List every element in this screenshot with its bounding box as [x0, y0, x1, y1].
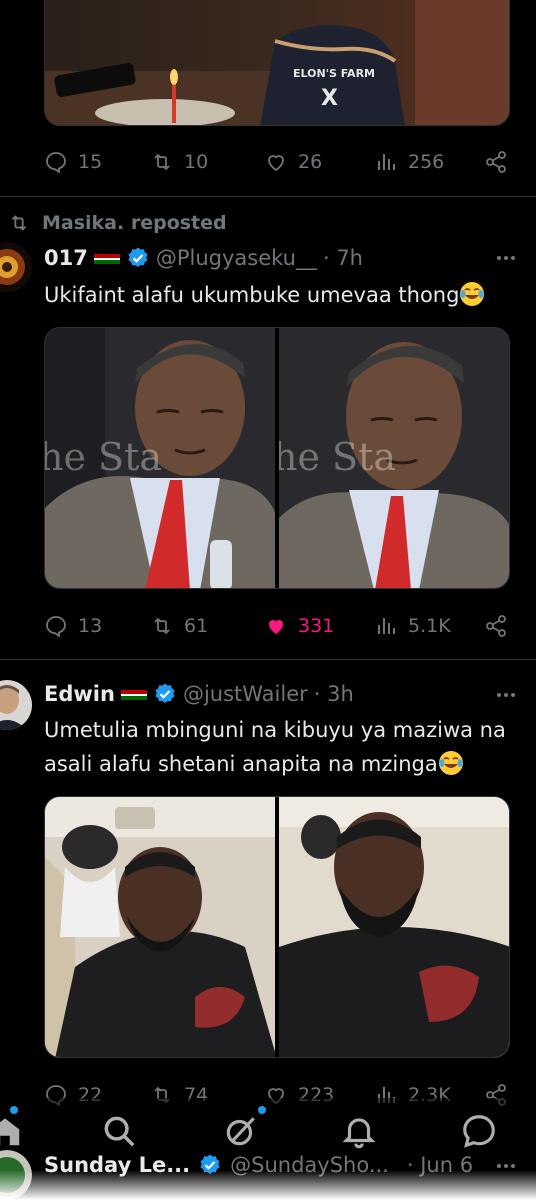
- avatar[interactable]: [0, 242, 32, 292]
- post0-media[interactable]: ELON'S FARM X: [44, 0, 510, 126]
- views-button[interactable]: 256: [374, 147, 444, 177]
- repost-count: 61: [184, 615, 209, 637]
- like-button[interactable]: 331: [264, 611, 334, 641]
- repost-count: 10: [184, 151, 209, 173]
- grok-icon[interactable]: [222, 1112, 260, 1150]
- avatar[interactable]: [0, 680, 32, 730]
- share-button[interactable]: [484, 147, 508, 177]
- face-with-tears-of-joy-icon: [438, 751, 463, 775]
- post1-photo-left: he Sta: [45, 328, 276, 588]
- more-icon[interactable]: [494, 683, 518, 707]
- avatar-image: [0, 242, 32, 292]
- bottom-gesture-area: [0, 1170, 536, 1200]
- like-count: 26: [298, 151, 323, 173]
- like-icon: [268, 155, 284, 172]
- post1-media-left[interactable]: he Sta: [45, 328, 276, 588]
- post0-shirt-text-2: X: [321, 86, 338, 111]
- views-count: 256: [408, 151, 445, 173]
- watermark-right: he Sta: [279, 435, 396, 479]
- post-separator: [0, 196, 536, 197]
- post2-photo-left: [45, 797, 276, 1057]
- author-name[interactable]: 017: [44, 246, 88, 270]
- views-icon: [378, 618, 395, 634]
- reply-button[interactable]: 13: [44, 611, 102, 641]
- reply-icon: [46, 616, 66, 638]
- post1-media[interactable]: he Sta he Sta: [44, 327, 510, 589]
- repost-icon: [11, 215, 27, 231]
- author-handle[interactable]: @justWailer: [183, 682, 308, 706]
- reply-count: 13: [78, 615, 103, 637]
- post2-photo-right: [278, 797, 509, 1057]
- author-handle[interactable]: @Plugyaseku__: [156, 246, 317, 270]
- post-time[interactable]: · 7h: [323, 246, 363, 270]
- post1-photo-right: he Sta: [278, 328, 509, 588]
- messages-icon[interactable]: [460, 1112, 498, 1150]
- post1-header: 017 @Plugyaseku__ · 7h: [44, 242, 363, 274]
- post-text: Umetulia mbinguni na kibuyu ya maziwa na…: [44, 718, 506, 776]
- kenya-flag-icon: [120, 686, 147, 702]
- post0-shirt-text-1: ELON'S FARM: [293, 67, 375, 80]
- repost-label: Masika. reposted: [42, 212, 227, 234]
- like-button[interactable]: 26: [264, 147, 322, 177]
- grok-notification-dot: [258, 1106, 266, 1114]
- post-separator: [0, 659, 536, 660]
- kenya-flag-icon: [93, 250, 120, 266]
- like-icon-filled: [269, 620, 283, 634]
- face-with-tears-of-joy-icon: [460, 282, 485, 306]
- views-button[interactable]: 5.1K: [374, 611, 451, 641]
- more-icon[interactable]: [494, 246, 518, 270]
- post0-media-image: ELON'S FARM X: [45, 0, 509, 125]
- search-icon[interactable]: [100, 1112, 138, 1150]
- repost-button[interactable]: 61: [150, 611, 208, 641]
- reply-icon: [46, 152, 66, 174]
- notifications-icon[interactable]: [340, 1112, 378, 1150]
- post2-media-right[interactable]: [278, 797, 509, 1057]
- reply-count: 15: [78, 151, 103, 173]
- repost-indicator[interactable]: Masika. reposted: [8, 208, 227, 238]
- post1-actions: 13 61 331 5.1K: [44, 611, 514, 641]
- avatar-image: [0, 680, 32, 730]
- verified-icon: [155, 683, 175, 703]
- share-icon: [486, 151, 506, 173]
- home-icon[interactable]: [0, 1112, 24, 1150]
- post1-media-right[interactable]: he Sta: [278, 328, 509, 588]
- repost-icon: [154, 617, 170, 635]
- views-count: 5.1K: [408, 615, 451, 637]
- post2-text: Umetulia mbinguni na kibuyu ya maziwa na…: [44, 713, 506, 781]
- author-name[interactable]: Edwin: [44, 682, 115, 706]
- post-text: Ukifaint alafu ukumbuke umevaa thong: [44, 283, 460, 307]
- repost-icon: [154, 153, 170, 171]
- post-time[interactable]: · 3h: [314, 682, 354, 706]
- share-icon: [486, 615, 506, 637]
- watermark-left: he Sta: [45, 435, 162, 479]
- post2-media[interactable]: [44, 796, 510, 1058]
- post0-actions: 15 10 26 256: [44, 147, 514, 177]
- share-button[interactable]: [484, 611, 508, 641]
- views-icon: [378, 154, 395, 170]
- reply-button[interactable]: 15: [44, 147, 102, 177]
- post2-media-left[interactable]: [45, 797, 276, 1057]
- post1-text: Ukifaint alafu ukumbuke umevaa thong: [44, 278, 516, 312]
- verified-icon: [128, 247, 148, 267]
- home-notification-dot: [10, 1106, 18, 1114]
- like-count: 331: [298, 615, 335, 637]
- post2-header: Edwin @justWailer · 3h: [44, 678, 354, 710]
- repost-button[interactable]: 10: [150, 147, 208, 177]
